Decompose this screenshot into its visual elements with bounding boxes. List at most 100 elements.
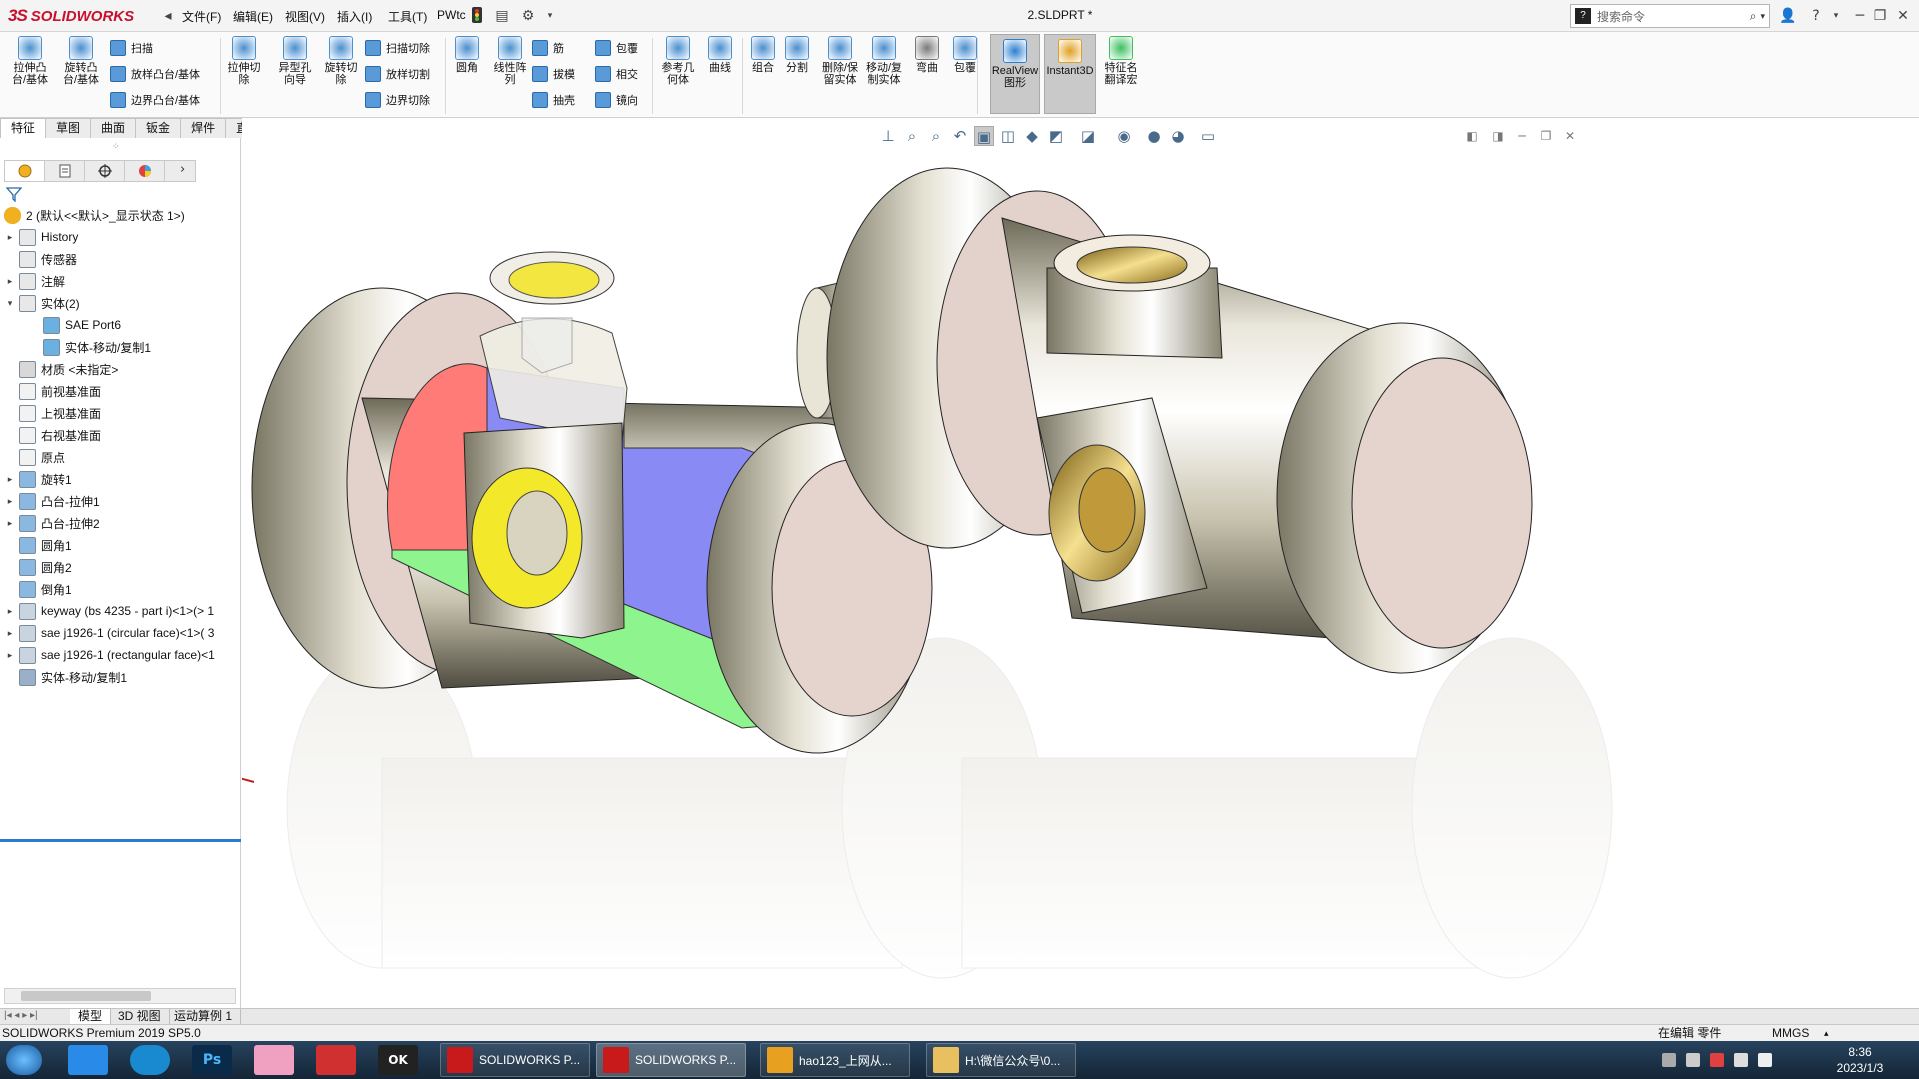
help-icon[interactable]: ? (1806, 6, 1826, 26)
expand-panel-arrow-icon[interactable]: › (180, 162, 185, 177)
bottom-tab-1[interactable]: 3D 视图 (110, 1009, 170, 1025)
ribbon-small-button-7[interactable]: 拔模 (532, 64, 575, 84)
rollback-bar[interactable] (0, 839, 241, 842)
tree-root-part[interactable]: 2 (默认<<默认>_显示状态 1>) (4, 204, 185, 226)
search-dropdown-icon[interactable]: ▾ (1760, 11, 1765, 22)
search-icon[interactable]: ⌕ (1750, 9, 1757, 24)
flag-icon[interactable] (1758, 1053, 1772, 1067)
ribbon-small-button-8[interactable]: 抽壳 (532, 90, 575, 110)
tree-item[interactable]: 实体-移动/复制1 (4, 666, 127, 688)
ribbon-small-button-10[interactable]: 相交 (595, 64, 638, 84)
bottom-tab-2[interactable]: 运动算例 1 (166, 1009, 242, 1025)
expand-arrow-icon[interactable]: ▸ (4, 650, 16, 661)
tree-item[interactable]: ▾ 实体(2) (4, 292, 80, 314)
filter-icon[interactable] (5, 186, 23, 203)
expand-arrow-icon[interactable]: ▸ (4, 628, 16, 639)
ribbon-button-9[interactable]: 组合 (748, 36, 778, 74)
ribbon-small-button-6[interactable]: 筋 (532, 38, 564, 58)
ribbon-small-button-3[interactable]: 扫描切除 (365, 38, 430, 58)
tray-icon[interactable] (1710, 1053, 1724, 1067)
expand-arrow-icon[interactable]: ▸ (4, 232, 16, 243)
menu-item-0[interactable]: 文件(F) (182, 8, 221, 26)
menu-item-4[interactable]: 工具(T) (388, 8, 427, 26)
cloud-app-icon[interactable] (68, 1045, 108, 1075)
menu-item-3[interactable]: 插入(I) (337, 8, 372, 26)
ribbon-button-5[interactable]: 圆角 (452, 36, 482, 74)
options-gear-icon[interactable]: ⚙ (518, 6, 538, 26)
ok-app-icon[interactable]: OK (378, 1045, 418, 1075)
ribbon-small-button-1[interactable]: 放样凸台/基体 (110, 64, 200, 84)
tab-1[interactable]: 草图 (45, 118, 92, 138)
tree-item[interactable]: 上视基准面 (4, 402, 101, 424)
tab-3[interactable]: 钣金 (135, 118, 182, 138)
displaymanager-tab-icon[interactable] (125, 161, 165, 181)
start-button-icon[interactable] (6, 1045, 42, 1075)
taskbar-task-2[interactable]: hao123_上网从... (760, 1043, 910, 1077)
tab-0[interactable]: 特征 (0, 118, 47, 138)
tree-item[interactable]: 右视基准面 (4, 424, 101, 446)
configurationmanager-tab-icon[interactable] (85, 161, 125, 181)
fan-app-icon[interactable] (316, 1045, 356, 1075)
tree-item[interactable]: ▸ 注解 (4, 270, 65, 292)
tab-scroll-arrows-icon[interactable]: |◂ ◂ ▸ ▸| (4, 1010, 38, 1021)
menu-collapse-arrow-icon[interactable]: ◂ (158, 6, 178, 26)
volume-icon[interactable] (1734, 1053, 1748, 1067)
photoshop-icon[interactable]: Ps (192, 1045, 232, 1075)
tree-item[interactable]: 前视基准面 (4, 380, 101, 402)
search-commands-field[interactable]: ? 搜索命令 ⌕ ▾ (1570, 4, 1770, 28)
minimize-icon[interactable]: ─ (1850, 6, 1870, 26)
part-model-render[interactable] (242, 118, 1919, 1008)
ribbon-small-button-5[interactable]: 边界切除 (365, 90, 430, 110)
expand-arrow-icon[interactable]: ▸ (4, 606, 16, 617)
tree-item[interactable]: ▸ History (4, 226, 78, 248)
ribbon-small-button-4[interactable]: 放样切割 (365, 64, 430, 84)
tree-item[interactable]: SAE Port6 (28, 314, 121, 336)
ribbon-button-14[interactable]: 包覆 (950, 36, 980, 74)
traffic-light-icon[interactable] (467, 6, 487, 26)
featuremanager-tab-icon[interactable] (5, 161, 45, 181)
media-app-icon[interactable] (254, 1045, 294, 1075)
ribbon-button-7[interactable]: 参考几 何体 (656, 36, 700, 86)
ribbon-button-11[interactable]: 删除/保 留实体 (818, 36, 862, 86)
options-dropdown-icon[interactable]: ▾ (540, 6, 560, 26)
tree-item[interactable]: 传感器 (4, 248, 77, 270)
bottom-tab-0[interactable]: 模型 (70, 1009, 112, 1025)
units-dropdown-icon[interactable]: ▴ (1824, 1025, 1829, 1041)
file-properties-icon[interactable]: ▤ (492, 6, 512, 26)
ribbon-button-17[interactable]: 特征名 翻译宏 (1098, 36, 1144, 86)
tray-icon[interactable] (1662, 1053, 1676, 1067)
tree-item[interactable]: ▸ 凸台-拉伸1 (4, 490, 100, 512)
tray-icon[interactable] (1686, 1053, 1700, 1067)
expand-arrow-icon[interactable]: ▸ (4, 496, 16, 507)
graphics-area[interactable]: ⊥ ⌕ ⌕ ↶ ▣ ◫ ◆ ◩ ◪ ◉ ● ◕ ▭ ◧ ◨ ─ ❐ ✕ (242, 118, 1919, 1008)
expand-arrow-icon[interactable]: ▸ (4, 276, 16, 287)
taskbar-task-3[interactable]: H:\微信公众号\0... (926, 1043, 1076, 1077)
ribbon-small-button-9[interactable]: 包覆 (595, 38, 638, 58)
browser-icon[interactable] (130, 1045, 170, 1075)
tab-4[interactable]: 焊件 (180, 118, 227, 138)
panel-grip-icon[interactable]: ⁘ (112, 142, 120, 152)
ribbon-button-0[interactable]: 拉伸凸 台/基体 (8, 36, 52, 86)
tree-item[interactable]: ▸ 旋转1 (4, 468, 72, 490)
expand-arrow-icon[interactable]: ▸ (4, 474, 16, 485)
ribbon-button-15[interactable]: RealView 图形 (990, 34, 1040, 114)
ribbon-button-6[interactable]: 线性阵 列 (488, 36, 532, 86)
search-scope-icon[interactable]: ? (1575, 8, 1591, 24)
ribbon-small-button-2[interactable]: 边界凸台/基体 (110, 90, 200, 110)
menu-item-2[interactable]: 视图(V) (285, 8, 325, 26)
ribbon-button-16[interactable]: Instant3D (1044, 34, 1096, 114)
ribbon-button-4[interactable]: 旋转切 除 (318, 36, 364, 86)
propertymanager-tab-icon[interactable] (45, 161, 85, 181)
taskbar-task-0[interactable]: SOLIDWORKS P... (440, 1043, 590, 1077)
tree-item[interactable]: 实体-移动/复制1 (28, 336, 151, 358)
maximize-icon[interactable]: ❐ (1870, 6, 1890, 26)
ribbon-button-10[interactable]: 分割 (782, 36, 812, 74)
expand-arrow-icon[interactable]: ▾ (4, 298, 16, 309)
status-units[interactable]: MMGS (1772, 1025, 1809, 1041)
taskbar-clock[interactable]: 8:36 2023/1/3 (1828, 1044, 1892, 1076)
menu-item-1[interactable]: 编辑(E) (233, 8, 273, 26)
tree-item[interactable]: ▸ sae j1926-1 (rectangular face)<1 (4, 644, 215, 666)
menu-item-5[interactable]: PWtc (437, 8, 466, 26)
tree-item[interactable]: 原点 (4, 446, 65, 468)
ribbon-button-3[interactable]: 异型孔 向导 (272, 36, 318, 86)
